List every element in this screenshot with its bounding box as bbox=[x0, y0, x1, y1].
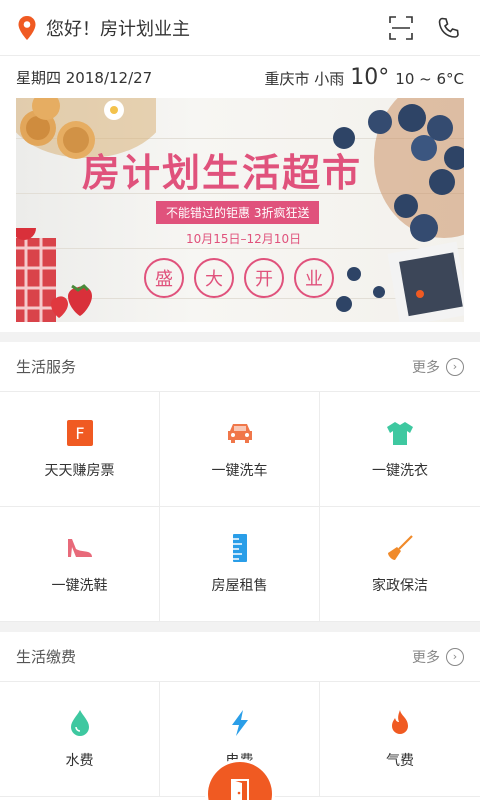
phone-icon[interactable] bbox=[434, 13, 464, 43]
payment-gas[interactable]: 气费 bbox=[320, 682, 480, 797]
section-divider bbox=[0, 332, 480, 342]
blueberries-illustration bbox=[333, 98, 464, 322]
more-label: 更多 bbox=[412, 359, 440, 376]
location-pin-icon[interactable] bbox=[16, 14, 38, 42]
chevron-right-icon: › bbox=[446, 647, 464, 666]
service-housekeeping[interactable]: 家政保洁 bbox=[320, 507, 480, 622]
service-label: 房屋租售 bbox=[211, 578, 268, 594]
scan-icon[interactable] bbox=[386, 13, 416, 43]
circle-char: 业 bbox=[294, 258, 334, 298]
payments-section-header: 生活缴费 更多 › bbox=[0, 632, 480, 682]
service-house-rental[interactable]: 房屋租售 bbox=[160, 507, 320, 622]
services-grid: F 天天赚房票 一键洗车 一键洗衣 一键洗鞋 房屋租售 家政保洁 bbox=[0, 392, 480, 622]
service-tiantian-fangpiao[interactable]: F 天天赚房票 bbox=[0, 392, 160, 507]
top-header: 您好！房计划业主 bbox=[0, 0, 480, 56]
temperature-range-text: 10 ~ 6°C bbox=[395, 69, 464, 88]
section-divider bbox=[0, 622, 480, 632]
circle-char: 盛 bbox=[144, 258, 184, 298]
payment-label: 水费 bbox=[65, 753, 94, 769]
services-section-header: 生活服务 更多 › bbox=[0, 342, 480, 392]
flame-icon bbox=[385, 708, 415, 738]
payments-title: 生活缴费 bbox=[16, 648, 77, 666]
lightning-icon bbox=[225, 708, 255, 738]
service-label: 家政保洁 bbox=[372, 578, 428, 594]
high-heel-icon bbox=[65, 533, 95, 563]
city-weather-text: 重庆市 小雨 bbox=[264, 69, 345, 88]
service-laundry[interactable]: 一键洗衣 bbox=[320, 392, 480, 507]
door-icon bbox=[229, 779, 251, 800]
f-badge-icon: F bbox=[65, 418, 95, 448]
payment-label: 气费 bbox=[386, 753, 414, 769]
services-title: 生活服务 bbox=[16, 358, 77, 376]
chevron-right-icon: › bbox=[446, 357, 464, 376]
service-car-wash[interactable]: 一键洗车 bbox=[160, 392, 320, 507]
service-label: 一键洗鞋 bbox=[51, 578, 108, 594]
temperature-text: 10° bbox=[350, 64, 390, 90]
service-label: 天天赚房票 bbox=[44, 463, 115, 479]
svg-text:F: F bbox=[75, 424, 84, 443]
more-label: 更多 bbox=[412, 649, 440, 666]
banner-dates: 10月15日–12月10日 bbox=[186, 232, 302, 246]
broom-icon bbox=[385, 533, 415, 563]
service-label: 一键洗衣 bbox=[372, 463, 428, 479]
circle-char: 大 bbox=[194, 258, 234, 298]
ruler-icon bbox=[225, 533, 255, 563]
water-drop-icon bbox=[65, 708, 95, 738]
greeting-text: 您好！房计划业主 bbox=[46, 18, 190, 40]
services-more-link[interactable]: 更多 › bbox=[412, 357, 464, 377]
promo-banner[interactable]: 房计划生活超市 不能错过的钜惠 3折疯狂送 10月15日–12月10日 盛 大 … bbox=[16, 98, 464, 322]
date-text: 星期四 2018/12/27 bbox=[16, 68, 153, 87]
service-label: 一键洗车 bbox=[211, 463, 268, 479]
date-weather-bar: 星期四 2018/12/27 重庆市 小雨 10° 10 ~ 6°C bbox=[0, 56, 480, 98]
service-shoe-wash[interactable]: 一键洗鞋 bbox=[0, 507, 160, 622]
car-icon bbox=[225, 418, 255, 448]
payments-more-link[interactable]: 更多 › bbox=[412, 647, 464, 667]
payment-water[interactable]: 水费 bbox=[0, 682, 160, 797]
strawberry-cloth-illustration bbox=[16, 228, 92, 322]
tshirt-icon bbox=[385, 418, 415, 448]
grand-opening-circles: 盛 大 开 业 bbox=[144, 258, 334, 298]
circle-char: 开 bbox=[244, 258, 284, 298]
banner-slogan: 不能错过的钜惠 3折疯狂送 bbox=[156, 201, 320, 224]
banner-title: 房计划生活超市 bbox=[82, 150, 363, 195]
weather-info: 重庆市 小雨 10° 10 ~ 6°C bbox=[265, 65, 465, 90]
